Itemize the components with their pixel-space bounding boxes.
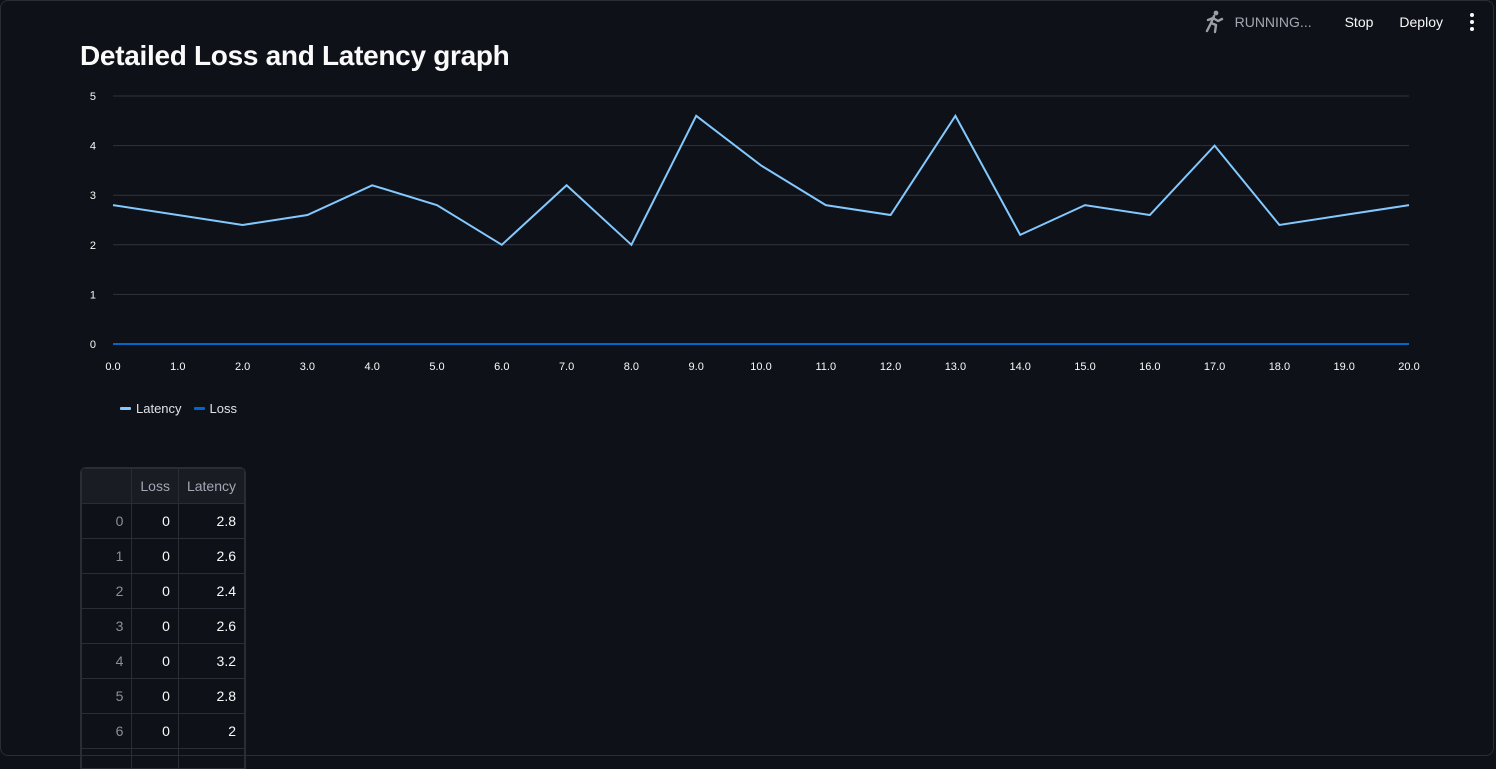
loss-cell[interactable]: 0	[132, 539, 179, 574]
legend-item-loss[interactable]: Loss	[194, 401, 237, 416]
index-header	[82, 469, 132, 504]
running-man-icon	[1203, 10, 1225, 34]
x-tick-label: 3.0	[300, 361, 315, 373]
table-row[interactable]: 602	[82, 714, 245, 749]
status-label: RUNNING...	[1235, 14, 1312, 30]
x-tick-label: 19.0	[1333, 361, 1354, 373]
x-tick-label: 4.0	[365, 361, 380, 373]
x-tick-label: 14.0	[1009, 361, 1030, 373]
row-index: 5	[82, 679, 132, 714]
x-tick-label: 2.0	[235, 361, 250, 373]
y-tick-label: 1	[90, 289, 96, 301]
x-tick-label: 12.0	[880, 361, 901, 373]
table-row[interactable]: 403.2	[82, 644, 245, 679]
deploy-button[interactable]: Deploy	[1386, 14, 1456, 30]
row-index	[82, 749, 132, 769]
loss-header[interactable]: Loss	[132, 469, 179, 504]
loss-cell[interactable]: 0	[132, 644, 179, 679]
vertical-dots-icon[interactable]	[1462, 13, 1482, 31]
row-index: 2	[82, 574, 132, 609]
x-tick-label: 13.0	[945, 361, 966, 373]
chart-legend: Latency Loss	[120, 401, 249, 416]
running-status: RUNNING...	[1203, 10, 1312, 34]
series-line-latency[interactable]	[113, 116, 1409, 245]
data-table[interactable]: Loss Latency 002.8102.6202.4302.6403.250…	[80, 467, 246, 769]
x-tick-label: 11.0	[816, 361, 837, 373]
x-tick-label: 8.0	[624, 361, 639, 373]
legend-swatch-latency	[120, 407, 131, 410]
x-tick-label: 17.0	[1204, 361, 1225, 373]
x-tick-label: 16.0	[1139, 361, 1160, 373]
latency-cell[interactable]: 2.8	[178, 679, 244, 714]
x-tick-label: 10.0	[750, 361, 771, 373]
y-tick-label: 4	[90, 141, 96, 153]
loss-cell[interactable]	[132, 749, 179, 769]
y-tick-label: 2	[90, 240, 96, 252]
legend-item-latency[interactable]: Latency	[120, 401, 182, 416]
line-chart: 0 1 2 3 4 5 0.0 1.0 2.0 3.0 4.0 5.0 6.0 7.0 8.0 9.0 10.0…	[76, 88, 1426, 383]
latency-cell[interactable]: 2.6	[178, 609, 244, 644]
table-row[interactable]: 202.4	[82, 574, 245, 609]
table-row[interactable]: 502.8	[82, 679, 245, 714]
top-toolbar: RUNNING... Stop Deploy	[1203, 10, 1482, 34]
x-tick-label: 15.0	[1074, 361, 1095, 373]
latency-cell[interactable]: 3.2	[178, 644, 244, 679]
loss-cell[interactable]: 0	[132, 504, 179, 539]
x-tick-label: 9.0	[689, 361, 704, 373]
row-index: 3	[82, 609, 132, 644]
legend-swatch-loss	[194, 407, 205, 410]
stop-button[interactable]: Stop	[1332, 14, 1387, 30]
page-title: Detailed Loss and Latency graph	[80, 40, 509, 72]
loss-cell[interactable]: 0	[132, 609, 179, 644]
table-header-row: Loss Latency	[82, 469, 245, 504]
row-index: 0	[82, 504, 132, 539]
latency-cell[interactable]: 2.6	[178, 539, 244, 574]
x-tick-label: 0.0	[105, 361, 120, 373]
x-tick-label: 18.0	[1269, 361, 1290, 373]
y-tick-label: 3	[90, 190, 96, 202]
row-index: 6	[82, 714, 132, 749]
table-row[interactable]: 302.6	[82, 609, 245, 644]
latency-header[interactable]: Latency	[178, 469, 244, 504]
x-tick-label: 5.0	[429, 361, 444, 373]
latency-cell[interactable]	[178, 749, 244, 769]
x-tick-label: 6.0	[494, 361, 509, 373]
row-index: 4	[82, 644, 132, 679]
latency-cell[interactable]: 2	[178, 714, 244, 749]
x-tick-label: 1.0	[170, 361, 185, 373]
table-row[interactable]: 002.8	[82, 504, 245, 539]
table-row[interactable]	[82, 749, 245, 769]
latency-cell[interactable]: 2.8	[178, 504, 244, 539]
y-tick-label: 0	[90, 339, 96, 351]
loss-cell[interactable]: 0	[132, 574, 179, 609]
latency-cell[interactable]: 2.4	[178, 574, 244, 609]
x-tick-label: 7.0	[559, 361, 574, 373]
table-row[interactable]: 102.6	[82, 539, 245, 574]
legend-label-loss: Loss	[210, 401, 237, 416]
row-index: 1	[82, 539, 132, 574]
loss-cell[interactable]: 0	[132, 714, 179, 749]
legend-label-latency: Latency	[136, 401, 182, 416]
y-tick-label: 5	[90, 91, 96, 103]
x-tick-label: 20.0	[1398, 361, 1419, 373]
loss-cell[interactable]: 0	[132, 679, 179, 714]
